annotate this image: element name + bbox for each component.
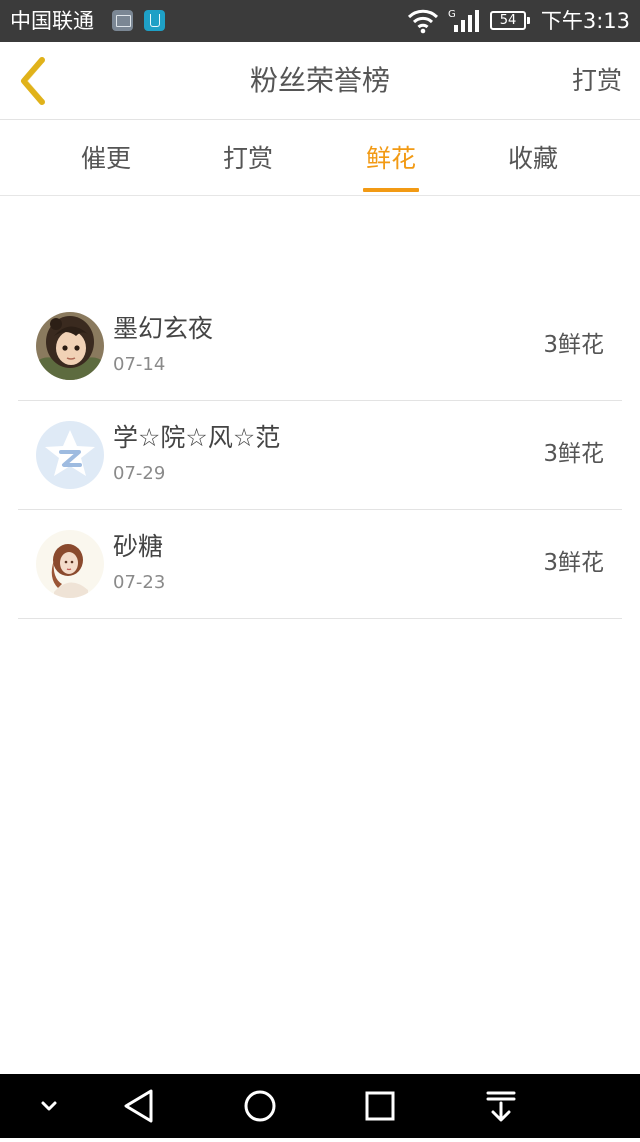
list-item[interactable]: 墨幻玄夜 07-14 3鲜花 [18,292,622,401]
tab-label: 催更 [80,144,131,173]
collapse-button[interactable] [17,1074,81,1138]
battery-icon: 54 [490,11,530,30]
avatar[interactable] [36,421,104,489]
tab-bar: 催更 打赏 鲜花 收藏 [0,120,640,196]
notification-pull-icon [486,1091,516,1122]
back-triangle-icon [124,1089,153,1123]
flower-count: 3鲜花 [543,332,604,358]
recents-button[interactable] [348,1074,412,1138]
tab-label: 打赏 [222,144,273,173]
carrier-name: 中国联通 [10,9,94,33]
battery-level: 54 [499,13,517,28]
tab-favorites[interactable]: 收藏 [493,120,573,196]
fan-date: 07-14 [113,354,166,375]
collapse-icon [41,1101,57,1111]
active-tab-indicator [363,188,419,192]
avatar[interactable] [36,530,104,598]
notification-button[interactable] [469,1074,533,1138]
list-item[interactable]: 砂糖 07-23 3鲜花 [18,510,622,619]
tab-label: 鲜花 [365,144,416,173]
status-bar: 中国联通 G 54 下午3:13 [0,0,640,42]
tab-urge-update[interactable]: 催更 [66,120,146,196]
fan-name: 学☆院☆风☆范 [113,423,281,452]
page-title: 粉丝荣誉榜 [249,64,390,97]
signal-icon: G [448,9,479,32]
flower-count: 3鲜花 [543,441,604,467]
header: 粉丝荣誉榜 打赏 [0,42,640,120]
back-nav-button[interactable] [107,1074,171,1138]
avatar[interactable] [36,312,104,380]
signal-type-label: G [448,9,456,20]
girl-illustration-avatar [36,530,104,598]
anime-character-avatar [36,312,104,380]
tab-flowers[interactable]: 鲜花 [351,120,431,196]
list-item[interactable]: 学☆院☆风☆范 07-29 3鲜花 [18,401,622,510]
fan-date: 07-29 [113,463,166,484]
recents-square-icon [365,1091,395,1121]
fan-name: 砂糖 [113,532,164,561]
qzone-default-avatar [36,421,104,489]
fan-list: 墨幻玄夜 07-14 3鲜花 学☆院☆风☆范 07-29 3鲜花 砂糖 07-2… [18,292,622,619]
app-icon [144,10,165,31]
gallery-icon [112,10,133,31]
reward-button[interactable]: 打赏 [572,42,622,120]
navigation-bar [0,1074,640,1138]
home-button[interactable] [228,1074,292,1138]
wifi-icon [407,9,439,34]
home-circle-icon [244,1090,276,1122]
tab-label: 收藏 [507,144,558,173]
fan-name: 墨幻玄夜 [113,314,214,343]
tab-reward[interactable]: 打赏 [208,120,288,196]
clock: 下午3:13 [540,9,630,33]
fan-date: 07-23 [113,572,166,593]
flower-count: 3鲜花 [543,550,604,576]
